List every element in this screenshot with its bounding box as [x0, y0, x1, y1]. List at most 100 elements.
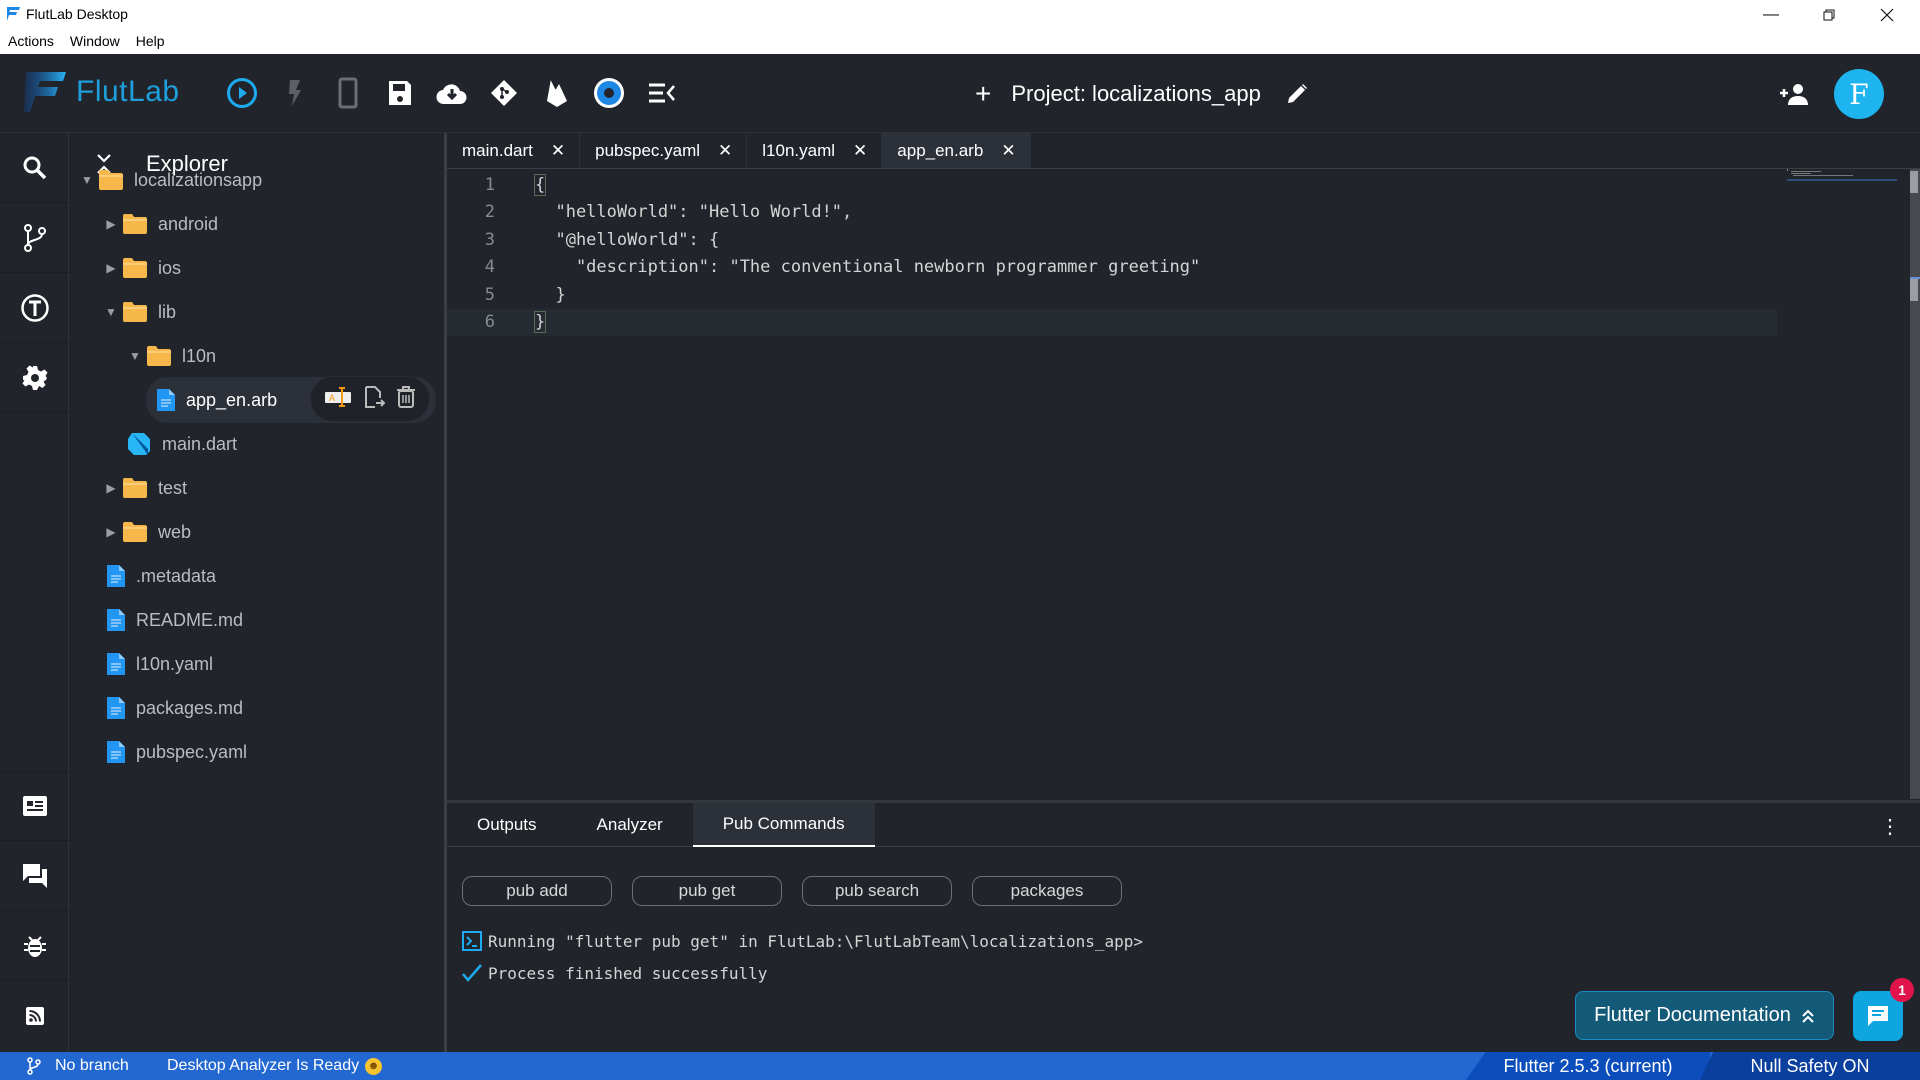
tree-folder[interactable]: ▶ test: [100, 470, 187, 506]
close-tab-icon[interactable]: ✕: [1001, 141, 1015, 161]
tree-file[interactable]: main.dart: [126, 426, 237, 462]
pub-command-button[interactable]: pub add: [462, 876, 612, 906]
rail-settings[interactable]: [0, 343, 69, 413]
firebase-button[interactable]: [540, 76, 574, 110]
close-tab-icon[interactable]: ✕: [853, 141, 867, 161]
restore-button[interactable]: [1800, 0, 1858, 30]
tab-label: l10n.yaml: [762, 140, 836, 160]
tree-folder[interactable]: ▼ localizationsapp: [76, 162, 262, 198]
more-options-icon[interactable]: ⋮: [1880, 814, 1900, 839]
close-tab-icon[interactable]: ✕: [551, 141, 565, 161]
pub-command-button[interactable]: pub get: [632, 876, 782, 906]
panel-tab[interactable]: Outputs: [447, 803, 567, 847]
device-button[interactable]: [331, 76, 365, 110]
collapse-menu-button[interactable]: [645, 76, 679, 110]
debug-icon: [23, 935, 46, 957]
editor-tab[interactable]: main.dart ✕: [447, 133, 581, 168]
log-text: Process finished successfully: [488, 963, 768, 983]
download-button[interactable]: [435, 76, 469, 110]
editor-tab[interactable]: app_en.arb ✕: [882, 133, 1031, 168]
pub-command-button[interactable]: pub search: [802, 876, 952, 906]
tree-file[interactable]: packages.md: [106, 690, 243, 726]
rail-tests[interactable]: [0, 273, 69, 343]
svg-text:A: A: [329, 394, 336, 404]
flutlab-logo[interactable]: FlutLab: [22, 70, 180, 114]
null-safety-label: Null Safety ON: [1750, 1055, 1870, 1076]
tab-label: main.dart: [462, 140, 533, 160]
rail-forum[interactable]: [0, 841, 69, 911]
tree-file[interactable]: l10n.yaml: [106, 646, 213, 682]
tree-file[interactable]: .metadata: [106, 558, 216, 594]
rail-source-control[interactable]: [0, 203, 69, 273]
code-area[interactable]: 1{2 "helloWorld": "Hello World!", 3 "@hel…: [447, 171, 1777, 336]
close-tab-icon[interactable]: ✕: [718, 141, 732, 161]
editor-tab[interactable]: pubspec.yaml ✕: [580, 133, 748, 168]
run-button[interactable]: [225, 76, 259, 110]
tree-folder[interactable]: ▼ lib: [100, 294, 176, 330]
rail-news[interactable]: [0, 771, 69, 841]
chevron-right-icon[interactable]: ▶: [100, 525, 122, 539]
settings-circle-button[interactable]: [592, 76, 626, 110]
scrollbar-thumb[interactable]: [1910, 171, 1918, 193]
branch-status[interactable]: No branch: [27, 1052, 129, 1080]
pub-command-button[interactable]: packages: [972, 876, 1122, 906]
window-title: FlutLab Desktop: [26, 6, 128, 22]
panel-tab[interactable]: Pub Commands: [692, 803, 875, 847]
move-file-icon[interactable]: [364, 385, 386, 414]
tree-file[interactable]: app_en.arb A: [146, 376, 436, 423]
code-text: "description": "The conventional newborn…: [535, 257, 1201, 278]
flutter-version[interactable]: Flutter 2.5.3 (current): [1466, 1052, 1710, 1080]
rail-search[interactable]: [0, 133, 69, 203]
chevron-down-icon[interactable]: ▼: [76, 173, 98, 187]
chevron-down-icon[interactable]: ▼: [124, 349, 146, 363]
tree-item-label: l10n: [182, 345, 217, 366]
window-titlebar: FlutLab Desktop Actions Window Help —: [0, 0, 1920, 54]
rail-rss[interactable]: [0, 981, 69, 1051]
folder-icon: [122, 521, 148, 543]
folder-icon: [122, 213, 148, 235]
tree-folder[interactable]: ▶ web: [100, 514, 191, 550]
add-collaborator-button[interactable]: [1777, 77, 1811, 111]
close-icon: [1880, 8, 1894, 22]
chevron-right-icon[interactable]: ▶: [100, 217, 122, 231]
folder-icon: [122, 477, 148, 499]
menu-window[interactable]: Window: [70, 33, 120, 49]
chevron-right-icon[interactable]: ▶: [100, 481, 122, 495]
user-avatar[interactable]: F: [1834, 69, 1884, 119]
rename-icon[interactable]: A: [324, 386, 354, 413]
tree-item-label: README.md: [136, 609, 244, 630]
chevron-down-icon[interactable]: ▼: [100, 305, 122, 319]
tree-folder[interactable]: ▶ ios: [100, 250, 181, 286]
menu-actions[interactable]: Actions: [8, 33, 54, 49]
run-icon: [227, 78, 257, 108]
tree-folder[interactable]: ▼ l10n: [124, 338, 216, 374]
git-button[interactable]: [487, 76, 521, 110]
delete-icon[interactable]: [396, 385, 416, 414]
save-button[interactable]: [383, 76, 417, 110]
null-safety-status[interactable]: Null Safety ON: [1700, 1052, 1920, 1080]
folder-icon: [122, 301, 148, 323]
chevron-right-icon[interactable]: ▶: [100, 261, 122, 275]
tree-file[interactable]: README.md: [106, 602, 243, 638]
editor-scrollbar[interactable]: [1910, 169, 1920, 799]
rail-debug[interactable]: [0, 911, 69, 981]
tree-item-label: pubspec.yaml: [136, 741, 248, 762]
code-text: "helloWorld": "Hello World!",: [535, 202, 853, 223]
tree-item-label: web: [158, 521, 192, 542]
tree-folder[interactable]: ▶ android: [100, 206, 218, 242]
edit-project-icon[interactable]: [1285, 82, 1309, 106]
minimize-button[interactable]: —: [1742, 0, 1800, 30]
flutter-documentation-button[interactable]: Flutter Documentation: [1575, 991, 1834, 1040]
analyzer-label: Desktop Analyzer Is Ready: [167, 1057, 360, 1074]
minimap[interactable]: [1787, 169, 1897, 183]
hot-reload-button[interactable]: [277, 76, 311, 110]
tree-file[interactable]: pubspec.yaml: [106, 734, 247, 770]
new-project-button[interactable]: +: [975, 78, 991, 110]
menu-help[interactable]: Help: [136, 33, 165, 49]
tree-item-label: l10n.yaml: [136, 653, 214, 674]
file-icon: [106, 608, 126, 632]
close-window-button[interactable]: [1858, 0, 1916, 30]
file-explorer: Explorer ▼ localizationsapp ▶ android ▶ ios ▼ l…: [70, 133, 444, 1052]
panel-tab[interactable]: Analyzer: [567, 803, 693, 847]
editor-tab[interactable]: l10n.yaml ✕: [747, 133, 883, 168]
